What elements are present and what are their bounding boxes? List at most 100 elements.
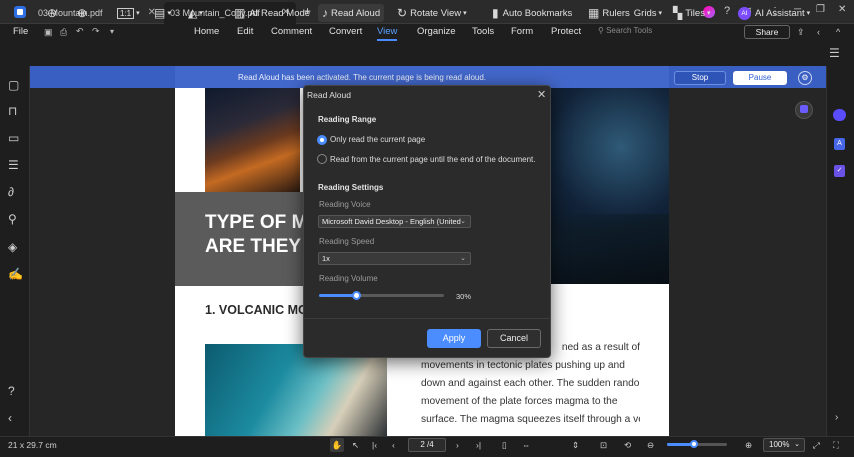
search-tools-input[interactable]: ⚲ Search Tools: [598, 26, 652, 35]
save-icon[interactable]: ▣: [44, 27, 53, 38]
first-page-icon[interactable]: |‹: [372, 440, 377, 450]
thumbnails-icon[interactable]: ▢: [8, 78, 19, 92]
menu-view[interactable]: View: [377, 26, 398, 41]
tiles-button[interactable]: ▚ Tiles ▾: [673, 4, 710, 22]
read-aloud-label: Read Aloud: [331, 7, 381, 19]
radio-to-end-label[interactable]: Read from the current page until the end…: [330, 155, 535, 164]
rotate-view-button[interactable]: ↻ Rotate View ▾: [397, 4, 467, 22]
layers-icon[interactable]: ◈: [8, 240, 17, 254]
fit-screen-icon[interactable]: ⤢: [813, 440, 820, 451]
apply-button[interactable]: Apply: [427, 329, 481, 348]
ruler-icon: ▦: [588, 6, 600, 20]
search-placeholder: Search Tools: [606, 26, 653, 35]
help-icon[interactable]: ?: [8, 384, 15, 398]
search-icon: ⚲: [598, 26, 604, 35]
close-window-button[interactable]: ✕: [838, 4, 846, 15]
tiles-icon: ▚: [673, 6, 683, 20]
fill-icon: ◭: [188, 6, 198, 20]
zoom-in-icon[interactable]: ⊕: [745, 440, 752, 451]
volume-slider-handle[interactable]: [352, 291, 361, 300]
print-icon[interactable]: ⎙: [60, 27, 67, 38]
menu-tools[interactable]: Tools: [472, 26, 494, 37]
page-number-input[interactable]: 2 /4: [408, 438, 446, 452]
rotate-icon[interactable]: ⟲: [624, 440, 631, 451]
ai-chat-icon[interactable]: [833, 109, 846, 121]
redo-icon[interactable]: ↷: [92, 26, 100, 37]
ai-assistant-button[interactable]: AI AI Assistant ▾: [738, 4, 810, 22]
zoom-out-icon[interactable]: ⊖: [647, 440, 654, 451]
fullscreen-icon[interactable]: ⛶: [833, 440, 839, 451]
menu-edit[interactable]: Edit: [237, 26, 253, 37]
select-tool-icon[interactable]: ↖: [352, 440, 359, 451]
reading-voice-select[interactable]: Microsoft David Desktop - English (Unite…: [318, 215, 471, 228]
read-aloud-button[interactable]: ♪ Read Aloud: [318, 4, 385, 22]
expand-panel-icon[interactable]: ›: [835, 412, 838, 423]
zoom-level-select[interactable]: 100% ⌄: [763, 438, 805, 452]
hand-tool-icon[interactable]: ✋: [330, 438, 344, 452]
collapse-panel-icon[interactable]: ‹: [8, 411, 12, 425]
auto-bookmarks-button[interactable]: ▮ Auto Bookmarks: [492, 4, 572, 22]
chevron-down-icon[interactable]: ▾: [110, 27, 114, 36]
help-icon[interactable]: ?: [724, 5, 730, 17]
reading-speed-select[interactable]: 1x ⌄: [318, 252, 471, 265]
bookmark-panel-icon[interactable]: ⊓: [8, 104, 17, 118]
stop-button[interactable]: Stop: [674, 71, 726, 85]
list-icon[interactable]: ☰: [8, 158, 19, 172]
rotate-view-label: Rotate View: [410, 7, 462, 19]
reading-range-heading: Reading Range: [318, 115, 377, 124]
share-button[interactable]: Share: [744, 25, 790, 39]
zoom-in-button[interactable]: ⊕: [77, 4, 87, 22]
maximize-button[interactable]: ❐: [816, 4, 825, 15]
upload-icon[interactable]: ⇪: [797, 27, 805, 38]
back-icon[interactable]: ‹: [817, 27, 820, 37]
attachment-icon[interactable]: ∂: [8, 185, 14, 199]
floating-assistant-button[interactable]: [795, 101, 813, 119]
search-panel-icon[interactable]: ⚲: [8, 212, 17, 226]
fit-page-icon[interactable]: ⇕: [572, 440, 579, 451]
page-size: 21 x 29.7 cm: [8, 440, 57, 450]
zoom-out-button[interactable]: ⊖: [47, 4, 57, 22]
menu-file[interactable]: File: [13, 26, 28, 37]
single-page-icon[interactable]: ▯: [502, 440, 507, 451]
chevron-down-icon: ▾: [136, 10, 140, 17]
rulers-grids-button[interactable]: ▦ Rulers Grids ▾: [588, 4, 662, 22]
background-color-button[interactable]: ◭ ▾: [188, 4, 203, 22]
read-aloud-settings-icon[interactable]: ⚙: [798, 71, 812, 85]
menu-protect[interactable]: Protect: [551, 26, 581, 37]
menu-organize[interactable]: Organize: [417, 26, 456, 37]
radio-current-page[interactable]: [317, 135, 327, 145]
menu-comment[interactable]: Comment: [271, 26, 312, 37]
body-text-line: surface. The magma squeezes itself throu…: [421, 414, 640, 425]
undo-icon[interactable]: ↶: [76, 26, 84, 37]
chevron-down-icon: ▾: [706, 10, 711, 17]
collapse-icon[interactable]: ^: [836, 27, 840, 37]
rotate-icon: ↻: [397, 6, 408, 20]
body-text-line: movement of the plate forces magma to th…: [421, 396, 618, 407]
previous-page-icon[interactable]: ‹: [392, 440, 395, 450]
presentation-icon[interactable]: ⊡: [600, 440, 607, 451]
menu-convert[interactable]: Convert: [329, 26, 362, 37]
pause-button[interactable]: Pause: [733, 71, 787, 85]
translate-icon[interactable]: A: [834, 138, 845, 150]
radio-to-end[interactable]: [317, 154, 327, 164]
close-icon[interactable]: ✕: [537, 88, 546, 101]
fit-width-icon[interactable]: ⇔: [522, 440, 531, 450]
last-page-icon[interactable]: ›|: [476, 440, 481, 450]
radio-current-page-label[interactable]: Only read the current page: [330, 135, 425, 144]
ai-assistant-icon: AI: [738, 6, 751, 20]
night-sky-image: [548, 88, 669, 284]
chevron-down-icon: ⌄: [794, 441, 800, 448]
banner-message: Read Aloud has been activated. The curre…: [238, 73, 487, 82]
ai-read-mode-button[interactable]: ▥ AI Read Mode: [234, 4, 310, 22]
page-layout-button[interactable]: ▤ ▾: [154, 4, 171, 22]
check-icon[interactable]: ✓: [834, 165, 845, 177]
next-page-icon[interactable]: ›: [456, 440, 459, 450]
comment-icon[interactable]: ▭: [8, 131, 19, 145]
cancel-button[interactable]: Cancel: [487, 329, 541, 348]
zoom-slider-handle[interactable]: [690, 440, 698, 448]
actual-size-button[interactable]: 1:1 ▾: [117, 4, 140, 22]
properties-icon[interactable]: ☰: [829, 46, 840, 60]
menu-home[interactable]: Home: [194, 26, 219, 37]
signature-icon[interactable]: ✍: [8, 267, 23, 281]
menu-form[interactable]: Form: [511, 26, 533, 37]
